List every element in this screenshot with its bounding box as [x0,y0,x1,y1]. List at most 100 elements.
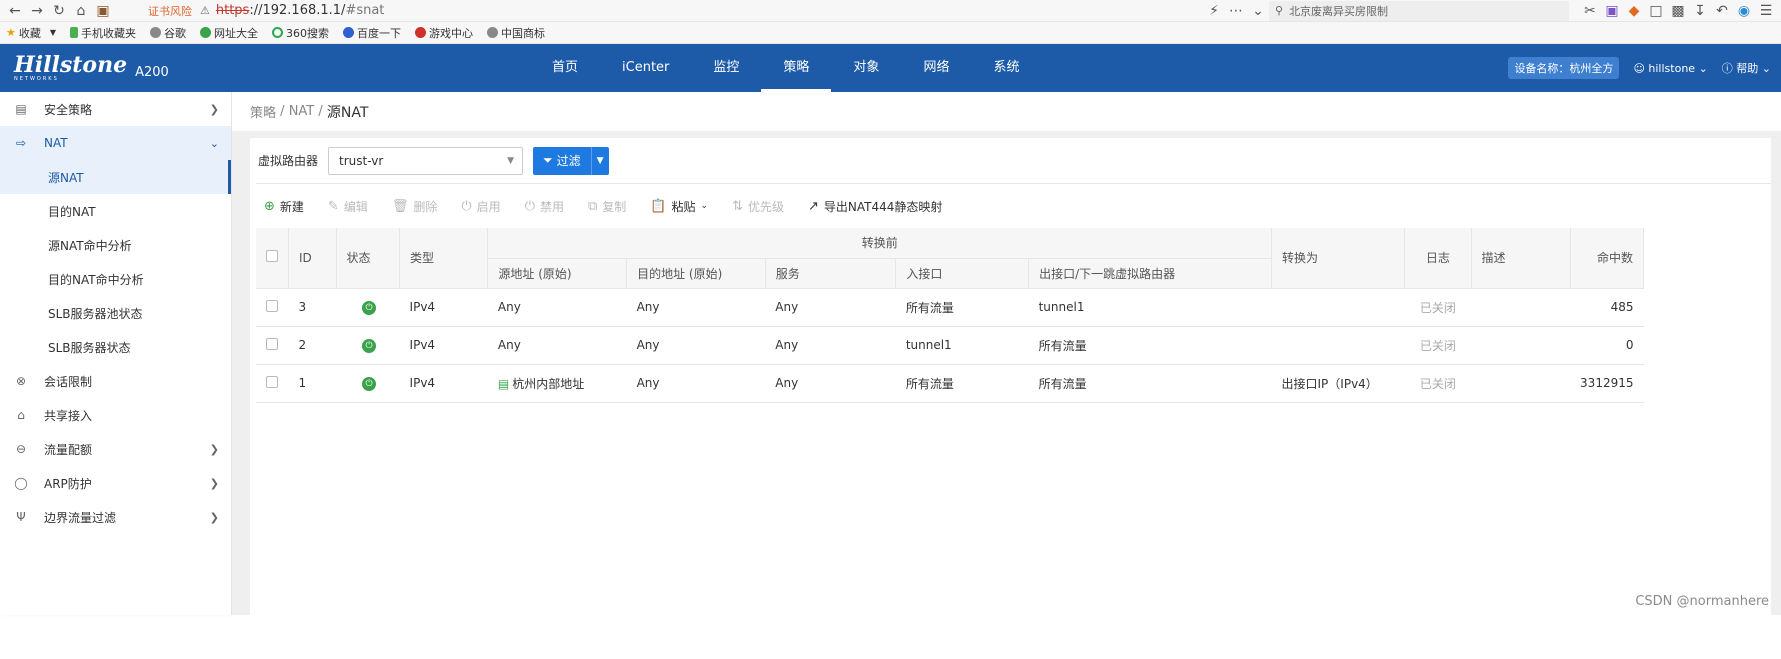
new-button[interactable]: ⊕ 新建 [264,198,304,215]
table-row[interactable]: 1 ⏻ IPv4 ▤ 杭州内部地址 Any Any 所有流量 所有流量 出接口IP… [256,364,1644,403]
breadcrumb-policy[interactable]: 策略 [250,102,276,121]
col-translate[interactable]: 转换为 [1271,228,1406,289]
cell-desc [1471,364,1571,403]
sidebar-item-slb-server[interactable]: SLB服务器状态 [0,330,231,364]
sidebar-item-traffic-quota[interactable]: ⊖ 流量配额 ❯ [0,432,231,466]
breadcrumb-nat[interactable]: NAT [289,104,315,119]
sidebar-item-slb-pool[interactable]: SLB服务器池状态 [0,296,231,330]
power-on-icon: ⏻ [461,198,472,214]
undo-icon[interactable]: ↶ [1711,1,1733,21]
cell-service: Any [765,288,896,327]
sidebar-item-dnat-hit[interactable]: 目的NAT命中分析 [0,262,231,296]
game-icon[interactable]: ◆ [1623,1,1645,21]
chevron-down-icon[interactable]: ⌄ [1247,1,1269,21]
sidebar-item-snat[interactable]: 源NAT [0,160,231,194]
col-log[interactable]: 日志 [1404,228,1472,289]
puzzle-icon[interactable]: ▩ [1667,1,1689,21]
more-icon[interactable]: ⋯ [1225,1,1247,21]
nav-home[interactable]: 首页 [530,44,600,92]
browser-search-input[interactable]: ⚲ 北京废离异买房限制 [1269,0,1569,21]
main-area: 策略 / NAT / 源NAT 虚拟路由器 trust-vr ▼ ⏷ 过滤 ▼ ⊕… [232,92,1781,615]
chevron-right-icon: ❯ [209,442,219,456]
col-egress[interactable]: 出接口/下一跳虚拟路由器 [1028,258,1273,289]
paste-button[interactable]: 📋 粘贴 ⌄ [650,198,708,215]
edge-icon[interactable]: ◉ [1733,1,1755,21]
enable-button[interactable]: ⏻ 启用 [461,198,500,215]
cert-warning[interactable]: 证书风险 [148,3,192,19]
nav-system[interactable]: 系统 [971,44,1041,92]
menu-icon[interactable]: ☰ [1755,1,1777,21]
row-checkbox[interactable] [266,337,279,350]
bookmark-games[interactable]: 游戏中心 [415,25,473,41]
reload-icon[interactable]: ↻ [48,1,70,21]
edit-button[interactable]: ✎ 编辑 [328,198,368,215]
col-ingress[interactable]: 入接口 [895,258,1030,289]
sidebar-item-dnat[interactable]: 目的NAT [0,194,231,228]
nav-monitor[interactable]: 监控 [691,44,761,92]
sidebar-icon[interactable]: □ [1645,1,1667,21]
back-icon[interactable]: ← [4,1,26,21]
col-src[interactable]: 源地址 (原始) [487,258,628,289]
nav-object[interactable]: 对象 [831,44,901,92]
help-menu[interactable]: ⓘ 帮助 ⌄ [1722,60,1771,76]
nav-policy[interactable]: 策略 [761,44,832,92]
col-status[interactable]: 状态 [336,228,401,289]
copy-button[interactable]: ⧉ 复制 [588,198,626,215]
disable-button[interactable]: ⏻ 禁用 [525,198,564,215]
user-icon: ☺ [1633,61,1645,75]
col-hits[interactable]: 命中数 [1570,228,1645,289]
cell-src[interactable]: ▤ 杭州内部地址 [487,364,627,403]
col-desc[interactable]: 描述 [1471,228,1571,289]
col-dst[interactable]: 目的地址 (原始) [626,258,766,289]
delete-button[interactable]: 🗑 删除 [392,198,438,215]
sidebar-item-snat-hit[interactable]: 源NAT命中分析 [0,228,231,262]
bookmark-mobile[interactable]: 手机收藏夹 [70,25,136,41]
filter-dropdown-button[interactable]: ▼ [590,146,609,175]
sidebar-item-security-policy[interactable]: ▤ 安全策略 ❯ [0,92,231,126]
status-enabled-icon[interactable]: ⏻ [362,339,377,353]
col-type[interactable]: 类型 [399,228,489,289]
lightning-icon[interactable]: ⚡ [1203,1,1225,21]
extension-briefcase-icon[interactable]: ▣ [92,1,114,21]
bookmark-google[interactable]: 谷歌 [150,25,186,41]
lock-broken-icon: ⚠ [200,4,210,17]
sidebar-item-session-limit[interactable]: ⊗ 会话限制 [0,364,231,398]
status-enabled-icon[interactable]: ⏻ [362,377,377,391]
globe-icon [487,27,499,38]
status-enabled-icon[interactable]: ⏻ [362,301,377,315]
sidebar-item-arp[interactable]: ◯ ARP防护 ❯ [0,466,231,500]
priority-button[interactable]: ⇅ 优先级 [732,198,784,215]
bookmark-baidu[interactable]: 百度一下 [343,25,401,41]
logo[interactable]: Hillstone NETWORKS A200 [0,54,220,82]
forward-icon[interactable]: → [26,1,48,21]
export-nat444-button[interactable]: ↗ 导出NAT444静态映射 [808,198,942,215]
virtual-router-select[interactable]: trust-vr ▼ [328,146,524,175]
sidebar-item-shared-access[interactable]: ⌂ 共享接入 [0,398,231,432]
bookmark-favorites[interactable]: ★ 收藏 ▼ [6,25,56,41]
address-bar[interactable]: https ://192.168.1.1/ #snat [216,3,385,18]
bookmark-trademark[interactable]: 中国商标 [487,25,545,41]
cell-dst: Any [626,326,766,365]
scissors-icon[interactable]: ✂ [1579,1,1601,21]
cell-ingress: tunnel1 [895,326,1029,365]
filter-button[interactable]: ⏷ 过滤 [533,146,591,175]
user-menu[interactable]: ☺ hillstone ⌄ [1633,62,1707,75]
col-id[interactable]: ID [288,228,337,289]
sidebar-item-border-filter[interactable]: Ψ 边界流量过滤 ❯ [0,500,231,534]
bookmark-hao[interactable]: 网址大全 [200,25,258,41]
nav-icenter[interactable]: iCenter [600,44,691,92]
translate-icon[interactable]: ▣ [1601,1,1623,21]
home-icon[interactable]: ⌂ [70,1,92,21]
row-checkbox[interactable] [266,299,279,312]
row-checkbox[interactable] [266,375,279,388]
nav-network[interactable]: 网络 [901,44,971,92]
download-icon[interactable]: ↧ [1689,1,1711,21]
bookmark-360[interactable]: 360搜索 [272,25,329,41]
select-all-checkbox[interactable] [266,250,278,263]
table-row[interactable]: 2 ⏻ IPv4 Any Any Any tunnel1 所有流量 已关闭 0 [256,326,1644,365]
chevron-down-icon: ⌄ [700,201,709,211]
col-service[interactable]: 服务 [765,258,897,289]
table-row[interactable]: 3 ⏻ IPv4 Any Any Any 所有流量 tunnel1 已关闭 48… [256,288,1644,327]
sidebar-item-nat[interactable]: ⇨ NAT ⌄ [0,126,231,160]
arp-icon: ◯ [14,476,28,490]
